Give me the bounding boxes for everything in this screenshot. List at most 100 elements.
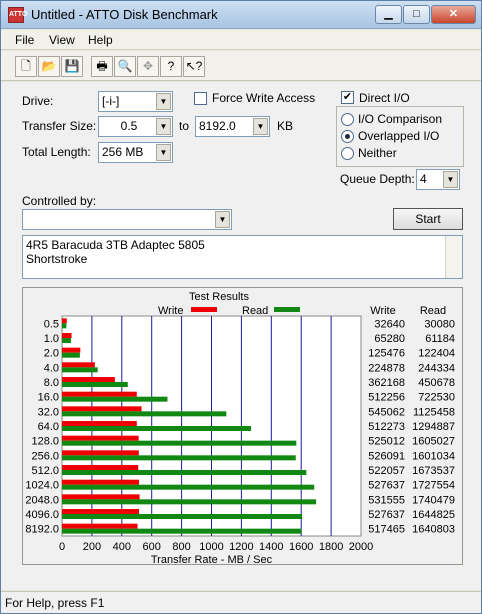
window-title: Untitled - ATTO Disk Benchmark — [31, 7, 218, 22]
read-column-header: Read — [420, 305, 446, 317]
read-value: 1673537 — [412, 465, 455, 477]
write-bar — [62, 509, 140, 514]
y-tick-label: 2048.0 — [25, 494, 59, 506]
neither-radio[interactable] — [341, 147, 354, 160]
io-comparison-label: I/O Comparison — [358, 112, 443, 126]
total-length-value: 256 MB — [102, 145, 144, 159]
x-tick-label: 600 — [143, 541, 161, 553]
print-preview-icon[interactable]: 🔍 — [114, 56, 136, 77]
x-tick-label: 200 — [83, 541, 101, 553]
read-bar — [62, 411, 227, 417]
read-bar — [62, 323, 67, 329]
read-value: 1644825 — [412, 509, 455, 521]
menu-help[interactable]: Help — [88, 33, 113, 47]
read-bar — [62, 499, 317, 505]
chevron-down-icon[interactable]: ▼ — [156, 118, 171, 135]
maximize-button[interactable]: □ — [403, 5, 430, 24]
x-tick-label: 1000 — [199, 541, 223, 553]
atto-app-icon: ATTO — [8, 7, 27, 23]
read-value: 1640803 — [412, 524, 455, 536]
write-value: 527637 — [368, 509, 405, 521]
write-bar — [62, 391, 137, 397]
write-bar — [62, 377, 115, 382]
legend-write-label: Write — [158, 305, 183, 317]
write-value: 224878 — [368, 362, 405, 374]
write-value: 362168 — [368, 377, 405, 389]
open-icon[interactable]: 📂 — [38, 56, 60, 77]
close-button[interactable]: ✕ — [431, 5, 476, 24]
read-value: 122404 — [418, 348, 455, 360]
move-icon[interactable]: ✥ — [137, 56, 159, 77]
force-write-checkbox[interactable] — [194, 92, 207, 105]
read-bar — [62, 455, 296, 461]
y-tick-label: 8.0 — [44, 377, 59, 389]
drive-select[interactable]: [-i-] ▼ — [98, 91, 173, 112]
status-text: For Help, press F1 — [5, 596, 105, 610]
transfer-from-select[interactable]: 0.5 ▼ — [98, 116, 173, 137]
force-write-label: Force Write Access — [212, 91, 316, 105]
title-bar[interactable]: ATTO Untitled - ATTO Disk Benchmark ▁ □ … — [1, 1, 481, 29]
direct-io-checkbox[interactable]: ✔ — [341, 91, 354, 104]
read-bar — [62, 396, 168, 402]
write-bar — [62, 333, 72, 338]
test-results-panel: Test Results Write Read Write Read 0 200 400 600… — [22, 287, 463, 566]
context-help-icon[interactable]: ↖? — [183, 56, 205, 77]
read-bar — [62, 484, 315, 490]
write-value: 522057 — [368, 465, 405, 477]
queue-depth-value: 4 — [420, 172, 427, 186]
description-textarea[interactable]: 4R5 Baracuda 3TB Adaptec 5805 Shortstrok… — [22, 235, 463, 279]
minimize-button[interactable]: ▁ — [375, 5, 402, 24]
transfer-size-label: Transfer Size: — [22, 119, 97, 133]
description-line-1: 4R5 Baracuda 3TB Adaptec 5805 — [26, 238, 205, 252]
y-tick-label: 4096.0 — [25, 509, 59, 521]
x-tick-label: 1600 — [289, 541, 313, 553]
write-bar — [62, 465, 139, 470]
transfer-to-select[interactable]: 8192.0 ▼ — [195, 116, 270, 137]
write-bar — [62, 318, 67, 324]
write-value: 512273 — [368, 421, 405, 433]
total-length-label: Total Length: — [22, 145, 91, 159]
new-icon[interactable]: 🗋 — [15, 56, 37, 77]
read-value: 1125458 — [413, 406, 455, 418]
status-bar: For Help, press F1 — [1, 591, 481, 613]
vertical-scrollbar[interactable] — [445, 236, 462, 278]
chevron-down-icon[interactable]: ▼ — [443, 171, 458, 188]
help-icon[interactable]: ? — [160, 56, 182, 77]
print-icon[interactable]: 🖶 — [91, 56, 113, 77]
read-value: 722530 — [418, 392, 455, 404]
chevron-down-icon[interactable]: ▼ — [156, 144, 171, 161]
legend-read-label: Read — [242, 305, 268, 317]
read-value: 1294887 — [412, 421, 455, 433]
write-value: 512256 — [368, 392, 405, 404]
io-comparison-radio[interactable] — [341, 113, 354, 126]
write-value: 517465 — [368, 524, 405, 536]
read-bar — [62, 440, 297, 446]
start-button[interactable]: Start — [393, 208, 463, 230]
menu-view[interactable]: View — [49, 33, 75, 47]
read-bar — [62, 528, 302, 534]
y-tick-label: 0.5 — [44, 318, 59, 330]
read-value: 450678 — [418, 377, 455, 389]
write-value: 531555 — [368, 494, 405, 506]
x-tick-label: 800 — [172, 541, 190, 553]
transfer-to-value: 8192.0 — [199, 119, 236, 133]
chevron-down-icon[interactable]: ▼ — [156, 93, 171, 110]
x-tick-label: 1400 — [259, 541, 283, 553]
read-bar — [62, 470, 307, 475]
menu-file[interactable]: File — [15, 33, 34, 47]
x-tick-label: 400 — [113, 541, 131, 553]
write-bar — [62, 523, 138, 529]
controlled-by-select[interactable]: ▼ — [22, 209, 232, 230]
save-icon[interactable]: 💾 — [61, 56, 83, 77]
x-tick-label: 2000 — [349, 541, 373, 553]
read-value: 61184 — [425, 333, 455, 345]
overlapped-io-radio[interactable] — [341, 130, 354, 143]
read-value: 1601034 — [412, 450, 455, 462]
results-chart: Test Results Write Read Write Read 0 200 400 600… — [25, 291, 455, 566]
chevron-down-icon[interactable]: ▼ — [253, 118, 268, 135]
total-length-select[interactable]: 256 MB ▼ — [98, 142, 173, 163]
legend-write-swatch — [191, 307, 217, 312]
write-bar — [62, 479, 140, 485]
queue-depth-select[interactable]: 4 ▼ — [416, 169, 460, 190]
chevron-down-icon[interactable]: ▼ — [215, 211, 230, 228]
